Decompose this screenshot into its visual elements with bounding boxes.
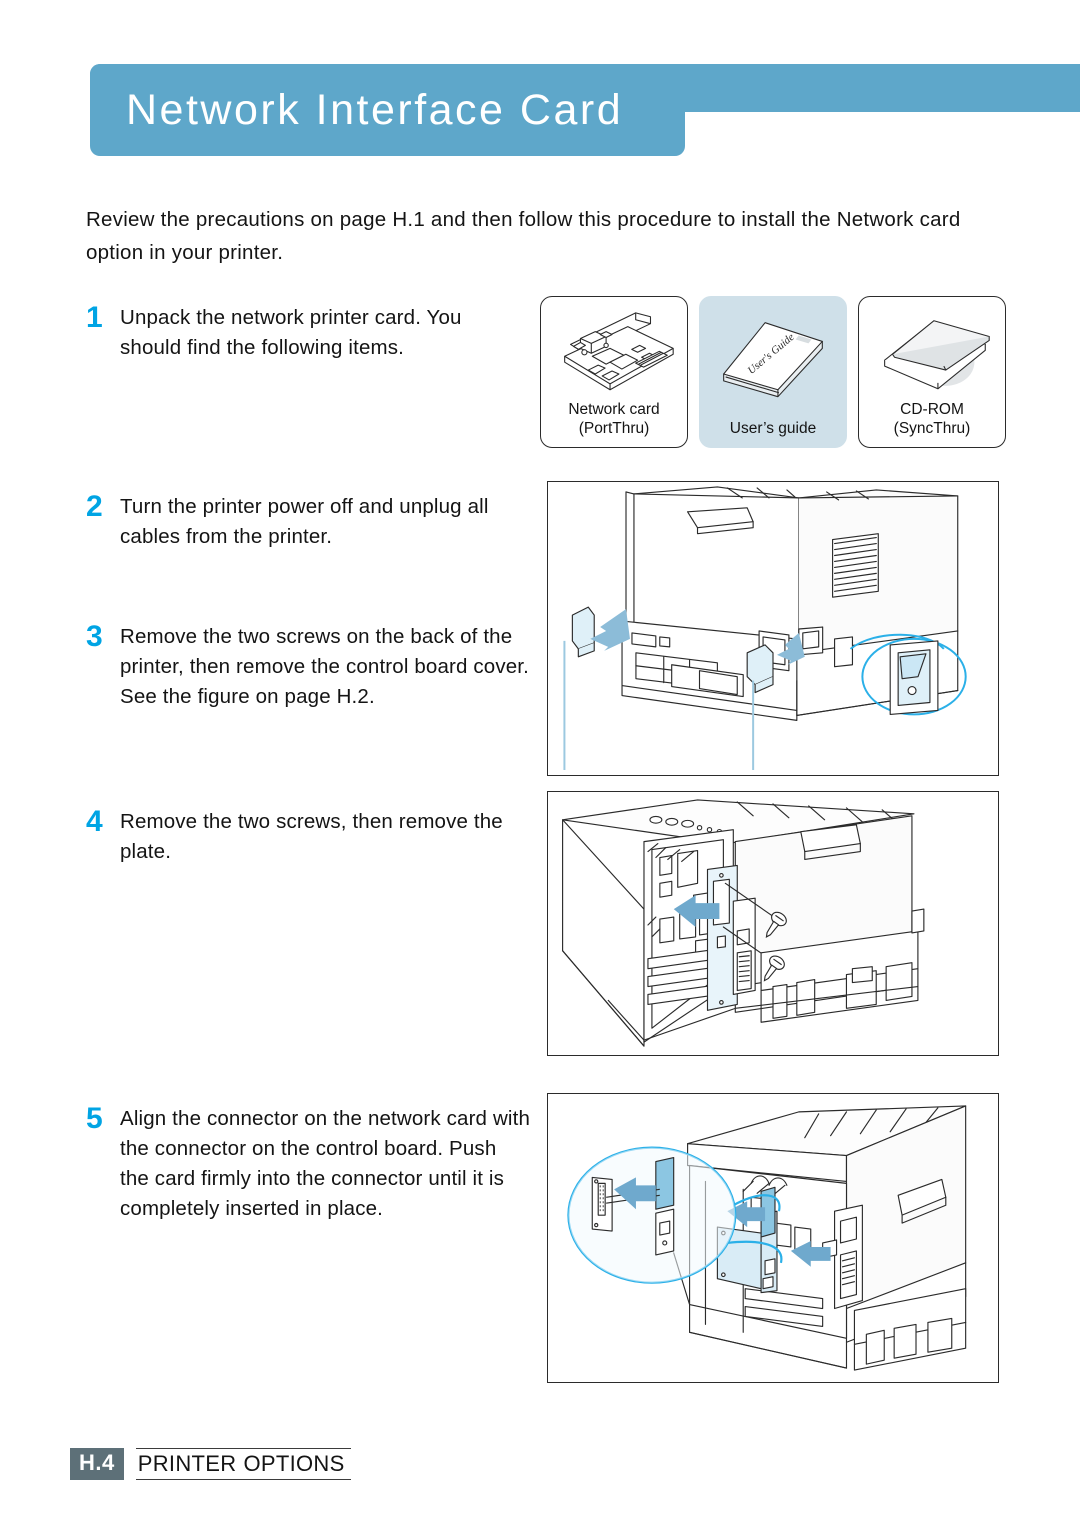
item-box-users-guide: User's Guide User’s guide [699,296,847,448]
users-guide-icon: User's Guide [700,301,846,401]
step-4-number: 4 [86,805,103,838]
step-4-text: Remove the two screws, then remove the p… [120,810,503,863]
step-1: 1 Unpack the network printer card. You s… [86,303,516,363]
step-3-number: 3 [86,620,103,653]
footer-section-ptions: PTIONS [260,1451,345,1476]
footer-section-o: O [243,1451,261,1476]
step-5: 5 Align the connector on the network car… [86,1104,531,1224]
item-box-network-card: Network card (PortThru) [540,296,688,448]
item-box-cdrom: CD-ROM (SyncThru) [858,296,1006,448]
step-3: 3 Remove the two screws on the back of t… [86,622,536,712]
figure-printer-rear-unplug [547,481,999,776]
step-4: 4 Remove the two screws, then remove the… [86,807,516,867]
step-1-number: 1 [86,301,103,334]
item-caption-line2: (SyncThru) [893,420,971,437]
step-2: 2 Turn the printer power off and unplug … [86,492,526,552]
cd-rom-icon [859,301,1005,401]
document-page: Network Interface Card Review the precau… [0,0,1080,1526]
step-1-text: Unpack the network printer card. You sho… [120,306,462,359]
unpack-items-row: Network card (PortThru) User's Guide Use… [540,296,1006,448]
step-5-number: 5 [86,1102,103,1135]
page-header-banner: Network Interface Card [90,64,1080,156]
footer-section-rinter: RINTER [152,1451,237,1476]
item-caption-line2: (PortThru) [578,420,650,437]
step-2-number: 2 [86,490,103,523]
item-caption-users-guide: User’s guide [700,419,846,438]
figure-remove-plate-screws [547,791,999,1056]
footer-section-label: P RINTER O PTIONS [135,1448,351,1480]
item-caption-line1: CD-ROM [900,401,964,418]
item-caption-line1: Network card [568,401,660,418]
step-2-text: Turn the printer power off and unplug al… [120,495,489,548]
footer-section-p: P [137,1451,153,1476]
page-footer: H.4 P RINTER O PTIONS [70,1448,351,1480]
network-card-icon [541,301,687,401]
item-caption-cdrom: CD-ROM (SyncThru) [859,400,1005,438]
figure-insert-network-card [547,1093,999,1383]
item-caption-line1: User’s guide [729,420,817,437]
footer-page-number: H.4 [70,1448,124,1480]
step-5-text: Align the connector on the network card … [120,1107,530,1220]
item-caption-network-card: Network card (PortThru) [541,400,687,438]
step-3-text: Remove the two screws on the back of the… [120,625,530,708]
intro-paragraph: Review the precautions on page H.1 and t… [86,208,961,264]
page-title: Network Interface Card [126,86,624,134]
